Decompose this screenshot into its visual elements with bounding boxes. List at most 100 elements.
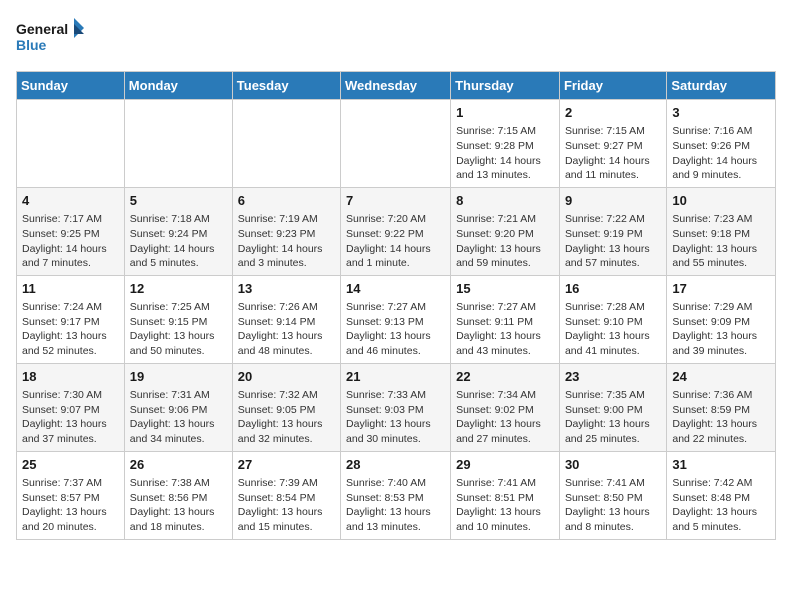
calendar-cell: 17 Sunrise: 7:29 AM Sunset: 9:09 PM Dayli… — [667, 275, 776, 363]
cell-content: Sunrise: 7:38 AM Sunset: 8:56 PM Dayligh… — [130, 476, 227, 535]
day-number: 12 — [130, 280, 227, 298]
weekday-header-friday: Friday — [559, 72, 666, 100]
day-number: 31 — [672, 456, 770, 474]
day-number: 28 — [346, 456, 445, 474]
calendar-cell: 23 Sunrise: 7:35 AM Sunset: 9:00 PM Dayli… — [559, 363, 666, 451]
calendar-cell: 15 Sunrise: 7:27 AM Sunset: 9:11 PM Dayli… — [451, 275, 560, 363]
day-number: 8 — [456, 192, 554, 210]
day-number: 7 — [346, 192, 445, 210]
calendar-cell: 10Sunrise: 7:23 AM Sunset: 9:18 PM Dayli… — [667, 187, 776, 275]
cell-content: Sunrise: 7:27 AM Sunset: 9:13 PM Dayligh… — [346, 300, 445, 359]
calendar-cell: 29 Sunrise: 7:41 AM Sunset: 8:51 PM Dayli… — [451, 451, 560, 539]
day-number: 26 — [130, 456, 227, 474]
cell-content: Sunrise: 7:20 AM Sunset: 9:22 PM Dayligh… — [346, 212, 445, 271]
day-number: 15 — [456, 280, 554, 298]
day-number: 11 — [22, 280, 119, 298]
calendar-cell: 21Sunrise: 7:33 AM Sunset: 9:03 PM Dayli… — [341, 363, 451, 451]
day-number: 27 — [238, 456, 335, 474]
calendar-cell: 9Sunrise: 7:22 AM Sunset: 9:19 PM Daylig… — [559, 187, 666, 275]
svg-text:Blue: Blue — [16, 37, 47, 53]
calendar-cell: 26 Sunrise: 7:38 AM Sunset: 8:56 PM Dayli… — [124, 451, 232, 539]
cell-content: Sunrise: 7:35 AM Sunset: 9:00 PM Dayligh… — [565, 388, 661, 447]
day-number: 17 — [672, 280, 770, 298]
calendar-cell: 14Sunrise: 7:27 AM Sunset: 9:13 PM Dayli… — [341, 275, 451, 363]
cell-content: Sunrise: 7:39 AM Sunset: 8:54 PM Dayligh… — [238, 476, 335, 535]
logo: General Blue — [16, 16, 86, 61]
calendar-cell: 20 Sunrise: 7:32 AM Sunset: 9:05 PM Dayli… — [232, 363, 340, 451]
day-number: 13 — [238, 280, 335, 298]
cell-content: Sunrise: 7:27 AM Sunset: 9:11 PM Dayligh… — [456, 300, 554, 359]
cell-content: Sunrise: 7:41 AM Sunset: 8:51 PM Dayligh… — [456, 476, 554, 535]
cell-content: Sunrise: 7:36 AM Sunset: 8:59 PM Dayligh… — [672, 388, 770, 447]
day-number: 9 — [565, 192, 661, 210]
calendar-cell: 31 Sunrise: 7:42 AM Sunset: 8:48 PM Dayli… — [667, 451, 776, 539]
calendar-cell: 12 Sunrise: 7:25 AM Sunset: 9:15 PM Dayli… — [124, 275, 232, 363]
calendar-cell — [341, 100, 451, 188]
day-number: 3 — [672, 104, 770, 122]
cell-content: Sunrise: 7:37 AM Sunset: 8:57 PM Dayligh… — [22, 476, 119, 535]
logo-svg: General Blue — [16, 16, 86, 61]
cell-content: Sunrise: 7:18 AM Sunset: 9:24 PM Dayligh… — [130, 212, 227, 271]
cell-content: Sunrise: 7:34 AM Sunset: 9:02 PM Dayligh… — [456, 388, 554, 447]
calendar-cell: 27 Sunrise: 7:39 AM Sunset: 8:54 PM Dayli… — [232, 451, 340, 539]
calendar-cell — [17, 100, 125, 188]
calendar-cell: 6 Sunrise: 7:19 AM Sunset: 9:23 PM Daylig… — [232, 187, 340, 275]
calendar-cell: 1 Sunrise: 7:15 AM Sunset: 9:28 PM Daylig… — [451, 100, 560, 188]
calendar-week-row: 18 Sunrise: 7:30 AM Sunset: 9:07 PM Dayli… — [17, 363, 776, 451]
day-number: 30 — [565, 456, 661, 474]
calendar-cell: 3 Sunrise: 7:16 AM Sunset: 9:26 PM Daylig… — [667, 100, 776, 188]
calendar-cell: 18 Sunrise: 7:30 AM Sunset: 9:07 PM Dayli… — [17, 363, 125, 451]
cell-content: Sunrise: 7:31 AM Sunset: 9:06 PM Dayligh… — [130, 388, 227, 447]
calendar-week-row: 4Sunrise: 7:17 AM Sunset: 9:25 PM Daylig… — [17, 187, 776, 275]
calendar-cell: 4Sunrise: 7:17 AM Sunset: 9:25 PM Daylig… — [17, 187, 125, 275]
day-number: 22 — [456, 368, 554, 386]
day-number: 18 — [22, 368, 119, 386]
weekday-header-monday: Monday — [124, 72, 232, 100]
cell-content: Sunrise: 7:40 AM Sunset: 8:53 PM Dayligh… — [346, 476, 445, 535]
cell-content: Sunrise: 7:16 AM Sunset: 9:26 PM Dayligh… — [672, 124, 770, 183]
day-number: 19 — [130, 368, 227, 386]
cell-content: Sunrise: 7:32 AM Sunset: 9:05 PM Dayligh… — [238, 388, 335, 447]
day-number: 24 — [672, 368, 770, 386]
calendar-table: SundayMondayTuesdayWednesdayThursdayFrid… — [16, 71, 776, 540]
day-number: 23 — [565, 368, 661, 386]
cell-content: Sunrise: 7:19 AM Sunset: 9:23 PM Dayligh… — [238, 212, 335, 271]
calendar-cell — [124, 100, 232, 188]
calendar-cell: 25Sunrise: 7:37 AM Sunset: 8:57 PM Dayli… — [17, 451, 125, 539]
calendar-cell: 8 Sunrise: 7:21 AM Sunset: 9:20 PM Daylig… — [451, 187, 560, 275]
calendar-cell: 19 Sunrise: 7:31 AM Sunset: 9:06 PM Dayli… — [124, 363, 232, 451]
cell-content: Sunrise: 7:41 AM Sunset: 8:50 PM Dayligh… — [565, 476, 661, 535]
day-number: 29 — [456, 456, 554, 474]
svg-text:General: General — [16, 21, 68, 37]
cell-content: Sunrise: 7:33 AM Sunset: 9:03 PM Dayligh… — [346, 388, 445, 447]
day-number: 6 — [238, 192, 335, 210]
cell-content: Sunrise: 7:17 AM Sunset: 9:25 PM Dayligh… — [22, 212, 119, 271]
cell-content: Sunrise: 7:29 AM Sunset: 9:09 PM Dayligh… — [672, 300, 770, 359]
weekday-header-row: SundayMondayTuesdayWednesdayThursdayFrid… — [17, 72, 776, 100]
calendar-cell: 7 Sunrise: 7:20 AM Sunset: 9:22 PM Daylig… — [341, 187, 451, 275]
day-number: 20 — [238, 368, 335, 386]
day-number: 10 — [672, 192, 770, 210]
cell-content: Sunrise: 7:28 AM Sunset: 9:10 PM Dayligh… — [565, 300, 661, 359]
calendar-cell: 13Sunrise: 7:26 AM Sunset: 9:14 PM Dayli… — [232, 275, 340, 363]
calendar-cell: 16Sunrise: 7:28 AM Sunset: 9:10 PM Dayli… — [559, 275, 666, 363]
cell-content: Sunrise: 7:42 AM Sunset: 8:48 PM Dayligh… — [672, 476, 770, 535]
calendar-week-row: 25Sunrise: 7:37 AM Sunset: 8:57 PM Dayli… — [17, 451, 776, 539]
weekday-header-saturday: Saturday — [667, 72, 776, 100]
cell-content: Sunrise: 7:15 AM Sunset: 9:28 PM Dayligh… — [456, 124, 554, 183]
calendar-cell: 30 Sunrise: 7:41 AM Sunset: 8:50 PM Dayli… — [559, 451, 666, 539]
calendar-cell: 11 Sunrise: 7:24 AM Sunset: 9:17 PM Dayli… — [17, 275, 125, 363]
cell-content: Sunrise: 7:21 AM Sunset: 9:20 PM Dayligh… — [456, 212, 554, 271]
cell-content: Sunrise: 7:24 AM Sunset: 9:17 PM Dayligh… — [22, 300, 119, 359]
cell-content: Sunrise: 7:15 AM Sunset: 9:27 PM Dayligh… — [565, 124, 661, 183]
calendar-cell: 5 Sunrise: 7:18 AM Sunset: 9:24 PM Daylig… — [124, 187, 232, 275]
page-header: General Blue — [16, 16, 776, 61]
calendar-cell: 24 Sunrise: 7:36 AM Sunset: 8:59 PM Dayli… — [667, 363, 776, 451]
cell-content: Sunrise: 7:25 AM Sunset: 9:15 PM Dayligh… — [130, 300, 227, 359]
calendar-cell: 2Sunrise: 7:15 AM Sunset: 9:27 PM Daylig… — [559, 100, 666, 188]
weekday-header-thursday: Thursday — [451, 72, 560, 100]
weekday-header-tuesday: Tuesday — [232, 72, 340, 100]
day-number: 1 — [456, 104, 554, 122]
day-number: 5 — [130, 192, 227, 210]
cell-content: Sunrise: 7:30 AM Sunset: 9:07 PM Dayligh… — [22, 388, 119, 447]
